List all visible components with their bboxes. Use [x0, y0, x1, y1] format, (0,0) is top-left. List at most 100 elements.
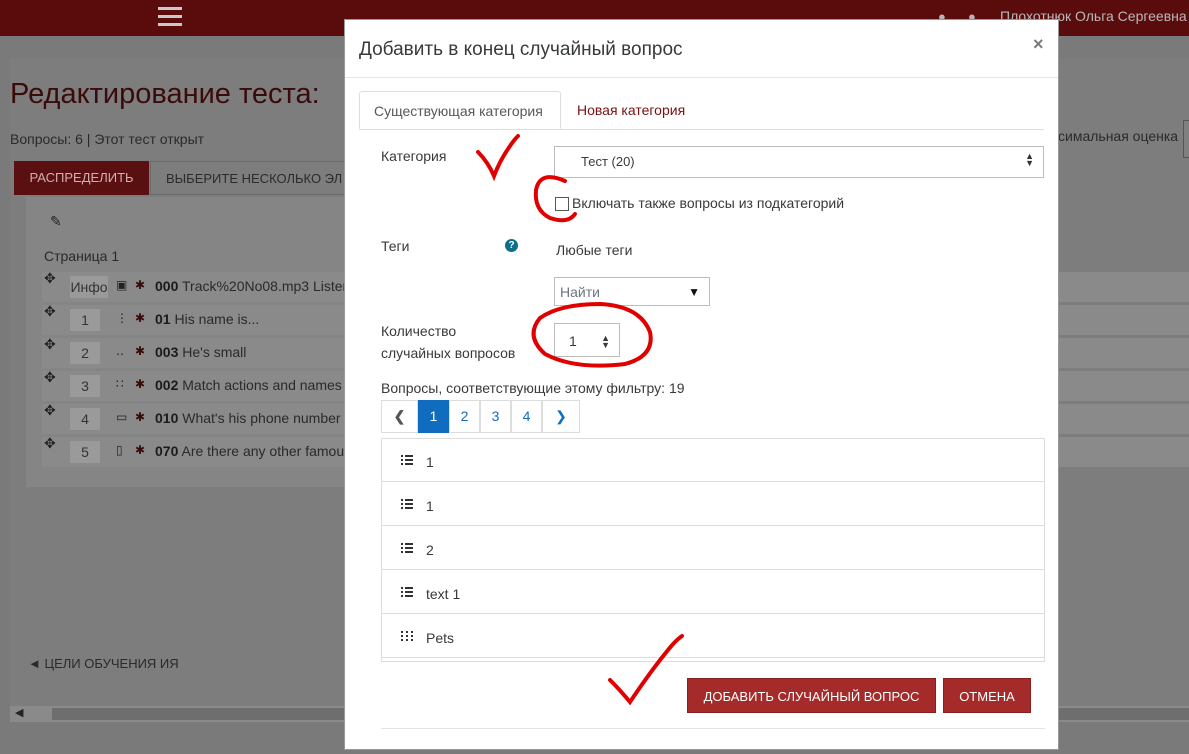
question-name: What's his phone number [182, 410, 341, 426]
tags-label: Теги [381, 238, 410, 254]
list-item: Pets [382, 615, 1044, 658]
help-icon[interactable]: ? [505, 239, 518, 252]
list-item: text 1 [382, 571, 1044, 614]
tags-search-input[interactable]: Найти ▼ [554, 277, 710, 306]
question-name: Track%20No08.mp3 Listen [182, 278, 345, 294]
random-count-select[interactable]: 1 ▲ ▼ [554, 323, 620, 357]
category-select[interactable]: Тест (20) ▲ ▼ [554, 146, 1044, 178]
document-icon: ▯ [116, 443, 123, 457]
gear-icon[interactable]: ✱ [135, 344, 145, 358]
audio-icon: ▣ [116, 278, 128, 292]
chevron-up-down-icon: ▲ ▼ [601, 333, 610, 350]
move-icon[interactable]: ✥ [44, 303, 56, 320]
tab-existing-category[interactable]: Существующая категория [359, 91, 561, 129]
question-number: 1 [70, 309, 100, 331]
gear-icon[interactable]: ✱ [135, 377, 145, 391]
list-icon [401, 455, 413, 465]
include-subcategories-label[interactable]: Включать также вопросы из подкатегорий [572, 195, 844, 211]
list-item: 1 [382, 439, 1044, 482]
question-number: 5 [70, 441, 100, 463]
gear-icon[interactable]: ✱ [135, 311, 145, 325]
move-icon[interactable]: ✥ [44, 369, 56, 386]
list-item-text: 1 [426, 498, 434, 514]
question-text[interactable]: 002 Match actions and names [155, 377, 345, 393]
chevron-up-down-icon: ▲ ▼ [1025, 151, 1034, 168]
category-label: Категория [381, 148, 447, 164]
include-subcategories-checkbox[interactable] [555, 197, 569, 211]
list-item-text: text 1 [426, 586, 461, 602]
distribute-button[interactable]: РАСПРЕДЕЛИТЬ [14, 161, 149, 195]
page-link-3[interactable]: 3 [480, 400, 511, 433]
question-text[interactable]: 010 What's his phone number [155, 410, 345, 426]
max-grade-label: симальная оценка [1058, 128, 1179, 144]
dots-icon: ‥ [116, 344, 125, 358]
count-label-line1: Количество [381, 323, 457, 339]
learning-goals-link[interactable]: ◄ ЦЕЛИ ОБУЧЕНИЯ ИЯ [28, 656, 179, 671]
close-icon[interactable]: × [1033, 34, 1044, 55]
max-grade-input[interactable] [1183, 120, 1189, 158]
tab-new-category[interactable]: Новая категория [563, 91, 699, 129]
tags-any-label: Любые теги [556, 242, 633, 258]
question-id: 003 [155, 344, 179, 360]
page-link-1[interactable]: 1 [418, 400, 449, 433]
list-item-text: Pets [426, 630, 455, 646]
gear-icon[interactable]: ✱ [135, 443, 145, 457]
question-id: 000 [155, 278, 179, 294]
modal-footer-divider [381, 728, 1045, 729]
list-icon [401, 499, 413, 509]
add-random-question-dialog: Добавить в конец случайный вопрос × Суще… [344, 19, 1059, 750]
page-label: Страница 1 [44, 248, 120, 264]
modal-header: Добавить в конец случайный вопрос × [345, 20, 1058, 78]
move-icon[interactable]: ✥ [44, 336, 56, 353]
quiz-info: Вопросы: 6 | Этот тест открыт [10, 131, 205, 147]
page-link-2[interactable]: 2 [449, 400, 480, 433]
category-tabs: Существующая категория Новая категория [359, 91, 1044, 130]
scroll-left-icon[interactable]: ◀ [15, 706, 23, 719]
question-text[interactable]: 003 He's small [155, 344, 345, 360]
question-list: 1 1 2 text 1 Pets [381, 438, 1045, 662]
dropdown-arrow-icon[interactable]: ▼ [688, 285, 700, 299]
question-number: 4 [70, 408, 100, 430]
grid-icon: ∷ [116, 377, 124, 391]
matching-questions-text: Вопросы, соответствующие этому фильтру: … [381, 380, 685, 396]
question-number: 3 [70, 375, 100, 397]
category-select-value: Тест (20) [581, 154, 635, 169]
grid-icon [401, 631, 413, 641]
select-multiple-button[interactable]: ВЫБЕРИТЕ НЕСКОЛЬКО ЭЛ [150, 161, 350, 195]
list-item-text: 1 [426, 454, 434, 470]
menu-icon[interactable] [158, 7, 182, 27]
gear-icon[interactable]: ✱ [135, 410, 145, 424]
list-item: 1 [382, 483, 1044, 526]
question-number: Инфо [70, 276, 108, 298]
page-link-4[interactable]: 4 [511, 400, 542, 433]
question-id: 070 [155, 443, 179, 459]
question-text[interactable]: 000 Track%20No08.mp3 Listen [155, 278, 345, 294]
pencil-icon[interactable]: ✎ [50, 213, 62, 230]
list-icon [401, 543, 413, 553]
cancel-button[interactable]: ОТМЕНА [943, 678, 1031, 713]
list-item: 2 [382, 527, 1044, 570]
gear-icon[interactable]: ✱ [135, 278, 145, 292]
random-count-value: 1 [569, 333, 577, 349]
question-id: 01 [155, 311, 171, 327]
question-id: 002 [155, 377, 179, 393]
question-id: 010 [155, 410, 179, 426]
modal-title: Добавить в конец случайный вопрос [359, 39, 683, 60]
move-icon[interactable]: ✥ [44, 402, 56, 419]
add-random-question-button[interactable]: ДОБАВИТЬ СЛУЧАЙНЫЙ ВОПРОС [687, 678, 936, 713]
move-icon[interactable]: ✥ [44, 270, 56, 287]
tags-search-placeholder: Найти [560, 284, 600, 300]
pagination-next-icon[interactable]: ❯ [542, 400, 580, 433]
list-icon [401, 587, 413, 597]
pagination-prev-icon[interactable]: ❮ [381, 400, 418, 433]
question-name: Match actions and names [182, 377, 342, 393]
question-number: 2 [70, 342, 100, 364]
list-item-text: 2 [426, 542, 434, 558]
question-text[interactable]: 070 Are there any other famous [155, 443, 345, 459]
move-icon[interactable]: ✥ [44, 435, 56, 452]
list-icon: ⋮ [116, 311, 128, 325]
question-text[interactable]: 01 His name is... [155, 311, 345, 327]
question-name: Are there any other famous [181, 443, 345, 459]
page-title: Редактирование теста: [10, 78, 320, 110]
question-name: His name is... [174, 311, 260, 327]
